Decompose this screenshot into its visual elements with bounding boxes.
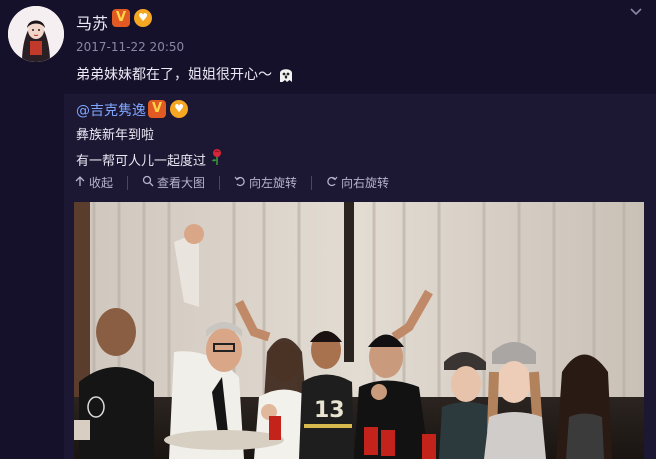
view-large-button[interactable]: 查看大图 [142,174,205,191]
verified-v-icon: V [148,100,166,118]
repost-text-line2-text: 有一帮可人儿一起度过 [76,153,207,169]
repost-text-line2: 有一帮可人儿一起度过 [76,148,224,170]
avatar[interactable] [8,6,64,62]
collapse-button[interactable]: 收起 [74,174,113,191]
ghost-icon [276,64,296,84]
post-content: 弟弟妹妹都在了，姐姐很开心～ [76,64,296,84]
member-badge-icon: ♥ [170,100,188,118]
member-badge-icon: ♥ [134,9,152,27]
rotate-left-button[interactable]: 向左旋转 [234,174,297,191]
svg-text:13: 13 [314,398,345,423]
repost-text-line1: 彝族新年到啦 [76,128,155,143]
toolbar-divider [219,175,221,190]
rose-icon [210,148,224,170]
post-text: 弟弟妹妹都在了，姐姐很开心～ [76,67,272,83]
post-photo[interactable]: 13 [74,202,644,459]
view-large-label: 查看大图 [157,176,206,190]
magnifier-icon [142,175,154,190]
verified-v-icon: V [112,9,130,27]
rotate-right-button[interactable]: 向右旋转 [326,174,389,191]
collapse-icon [74,175,86,190]
repost-username[interactable]: @吉克隽逸 [76,100,146,120]
repost-card: @吉克隽逸 V ♥ 彝族新年到啦 有一帮可人儿一起度过 收起 查看大图 向左旋转… [64,94,656,459]
rotate-right-label: 向右旋转 [341,176,390,190]
toolbar-divider [127,175,129,190]
post-timestamp[interactable]: 2017-11-22 20:50 [76,40,184,54]
repost-badges: V ♥ [148,100,188,118]
chevron-down-icon[interactable] [628,4,644,20]
rotate-left-label: 向左旋转 [249,176,298,190]
user-badges: V ♥ [112,9,152,27]
rotate-right-icon [326,175,338,190]
collapse-label: 收起 [89,176,114,190]
post-username[interactable]: 马苏 [76,10,108,34]
rotate-left-icon [234,175,246,190]
toolbar-divider [311,175,313,190]
image-toolbar: 收起 查看大图 向左旋转 向右旋转 [74,174,389,191]
weibo-post: 马苏 V ♥ 2017-11-22 20:50 弟弟妹妹都在了，姐姐很开心～ @… [0,0,656,459]
